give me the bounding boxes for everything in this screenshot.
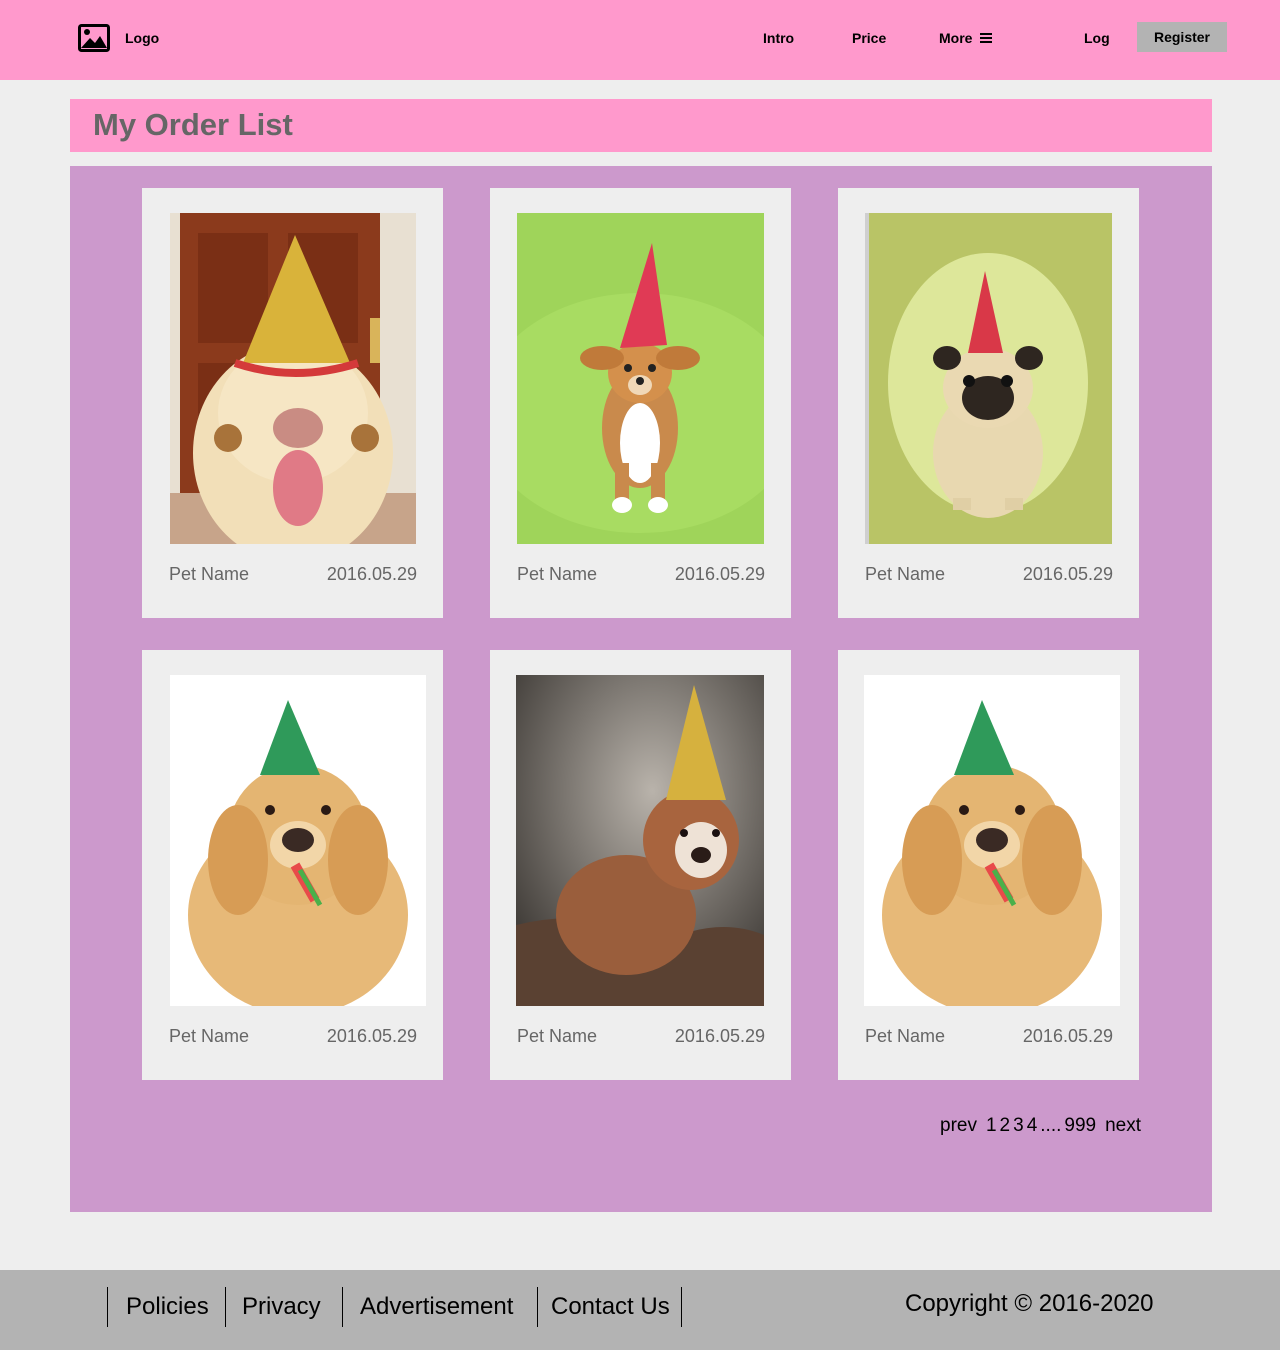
pagination-ellipsis: .... [1040, 1115, 1062, 1136]
register-button[interactable]: Register [1137, 22, 1227, 52]
footer-divider [107, 1287, 108, 1327]
menu-icon [980, 33, 993, 43]
prev-page-link[interactable]: prev [940, 1115, 977, 1137]
order-card[interactable]: Pet Name 2016.05.29 [838, 188, 1139, 618]
pet-name: Pet Name [169, 1026, 250, 1046]
top-navbar: Logo Intro Price More Log Register [0, 0, 1280, 80]
order-date: 2016.05.29 [674, 1026, 765, 1046]
copyright-text: Copyright © 2016-2020 [905, 1290, 1154, 1317]
page-link-3[interactable]: 3 [1013, 1115, 1024, 1137]
page-link-1[interactable]: 1 [986, 1115, 997, 1137]
nav-intro[interactable]: Intro [763, 30, 794, 46]
pet-name: Pet Name [517, 564, 598, 584]
footer-link-contact[interactable]: Contact Us [551, 1287, 670, 1327]
pet-photo [170, 675, 426, 1006]
order-date: 2016.05.29 [326, 1026, 417, 1046]
page-link-last[interactable]: 999 [1064, 1115, 1096, 1137]
order-date: 2016.05.29 [326, 564, 417, 584]
order-card[interactable]: Pet Name 2016.05.29 [838, 650, 1139, 1080]
pagination: prev 1 2 3 4 .... 999 next [940, 1115, 1141, 1137]
page-title: My Order List [93, 107, 293, 142]
page-title-bar: My Order List [70, 99, 1212, 152]
footer-link-policies[interactable]: Policies [126, 1287, 209, 1327]
pet-photo [865, 213, 1112, 544]
logo-label: Logo [125, 30, 160, 46]
order-card[interactable]: Pet Name 2016.05.29 [142, 188, 443, 618]
pet-name: Pet Name [865, 1026, 946, 1046]
pet-photo [864, 675, 1120, 1006]
order-list-panel: Pet Name 2016.05.29 Pet Name 2016.05.29 … [70, 166, 1212, 1212]
nav-price[interactable]: Price [852, 30, 886, 46]
pet-name: Pet Name [865, 564, 946, 584]
nav-more[interactable]: More [939, 30, 993, 46]
order-date: 2016.05.29 [1022, 1026, 1113, 1046]
footer: Policies Privacy Advertisement Contact U… [0, 1270, 1280, 1350]
order-date: 2016.05.29 [1022, 564, 1113, 584]
pet-photo [516, 675, 764, 1006]
footer-link-advertisement[interactable]: Advertisement [360, 1287, 513, 1327]
page-link-2[interactable]: 2 [1000, 1115, 1011, 1137]
order-card[interactable]: Pet Name 2016.05.29 [490, 188, 791, 618]
footer-link-privacy[interactable]: Privacy [242, 1287, 321, 1327]
pet-photo [517, 213, 764, 544]
footer-divider [342, 1287, 343, 1327]
next-page-link[interactable]: next [1105, 1115, 1141, 1137]
log-link[interactable]: Log [1084, 30, 1110, 46]
footer-divider [681, 1287, 682, 1327]
pet-photo [170, 213, 416, 544]
order-card[interactable]: Pet Name 2016.05.29 [142, 650, 443, 1080]
page-link-4[interactable]: 4 [1027, 1115, 1038, 1137]
order-card[interactable]: Pet Name 2016.05.29 [490, 650, 791, 1080]
pet-name: Pet Name [517, 1026, 598, 1046]
image-icon [78, 24, 110, 52]
nav-more-label: More [939, 30, 973, 46]
logo[interactable]: Logo [78, 24, 159, 52]
pet-name: Pet Name [169, 564, 250, 584]
footer-divider [537, 1287, 538, 1327]
footer-divider [225, 1287, 226, 1327]
order-date: 2016.05.29 [674, 564, 765, 584]
